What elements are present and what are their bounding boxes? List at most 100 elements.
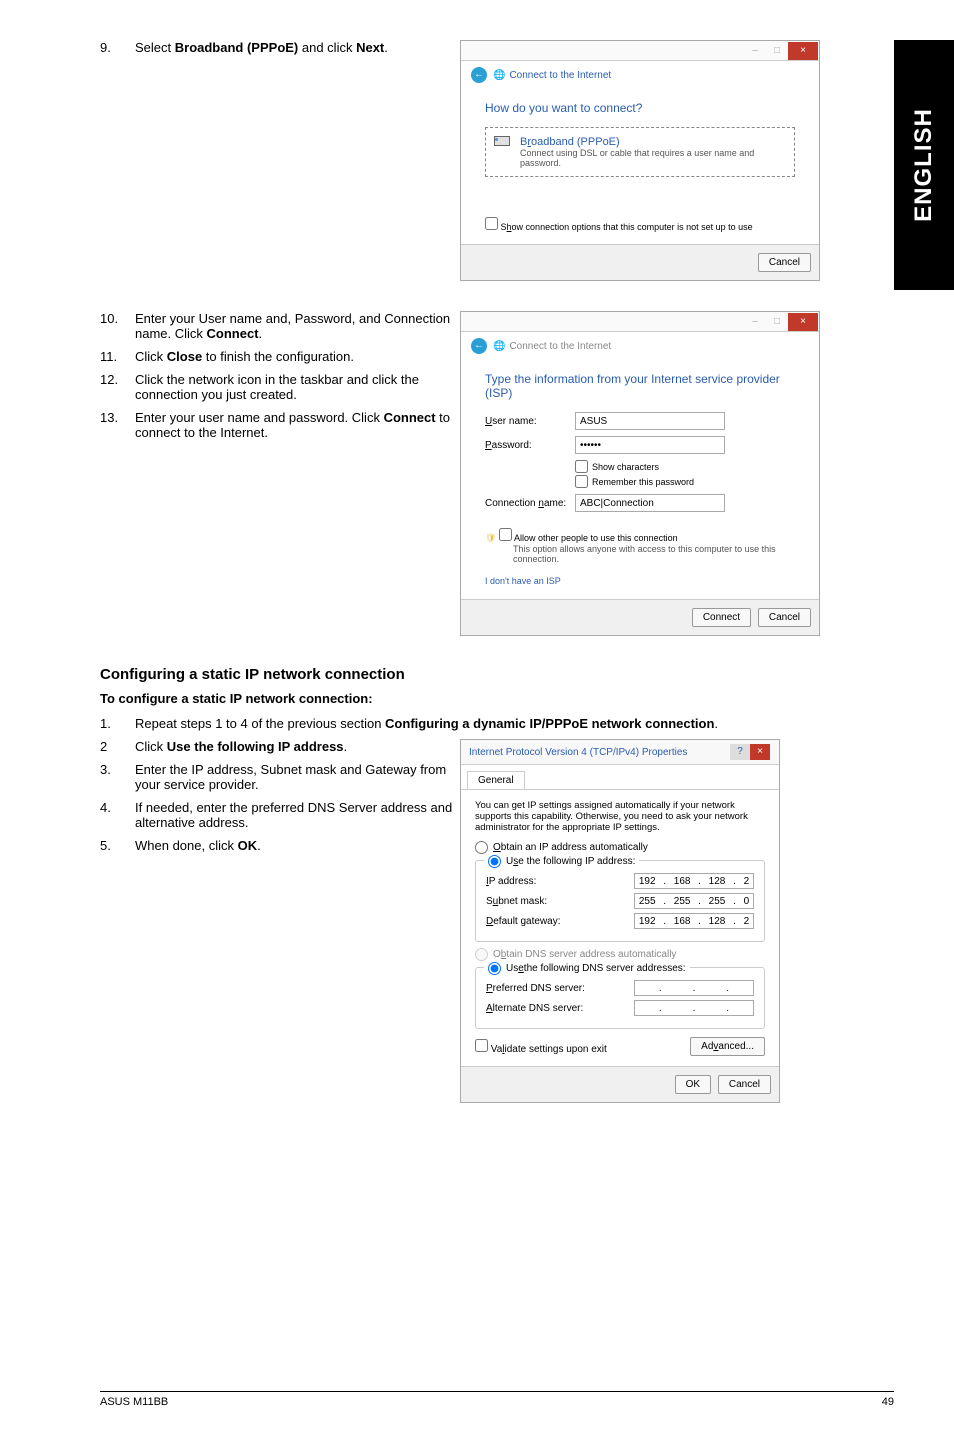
minimize-icon[interactable]: – (744, 313, 766, 331)
step-text: When done, click OK. (135, 838, 460, 853)
globe-icon: 🌐 (493, 70, 505, 81)
subnet-mask-input[interactable]: 255.255.255.0 (634, 893, 754, 909)
step-b2: 2 Click Use the following IP address. (100, 739, 460, 754)
validate-checkbox[interactable] (475, 1039, 488, 1052)
titlebar: – □ × (461, 41, 819, 61)
step-num-9: 9. (100, 40, 135, 55)
step-num: 5. (100, 838, 135, 853)
dialog-breadcrumb: ← 🌐 Connect to the Internet (461, 61, 819, 89)
show-options-check[interactable]: Show connection options that this comput… (485, 217, 795, 232)
step-num: 13. (100, 410, 135, 440)
shield-icon: 🛡 (485, 533, 496, 543)
radio-obtain-ip[interactable] (475, 841, 488, 854)
back-icon[interactable]: ← (471, 67, 487, 83)
step-13: 13. Enter your user name and password. C… (100, 410, 460, 440)
ipv4-properties-dialog: Internet Protocol Version 4 (TCP/IPv4) P… (460, 739, 780, 1103)
step-num: 4. (100, 800, 135, 830)
step-text: Repeat steps 1 to 4 of the previous sect… (135, 716, 894, 731)
step-b5: 5. When done, click OK. (100, 838, 460, 853)
close-icon[interactable]: × (750, 744, 770, 760)
section-heading: Configuring a static IP network connecti… (100, 666, 894, 683)
subnet-mask-label: Subnet mask: (486, 896, 547, 907)
remember-password-check[interactable]: Remember this password (575, 475, 795, 488)
allow-checkbox[interactable] (499, 528, 512, 541)
step-text: If needed, enter the preferred DNS Serve… (135, 800, 460, 830)
no-isp-link[interactable]: I don't have an ISP (485, 576, 561, 586)
step-text: Enter the IP address, Subnet mask and Ga… (135, 762, 460, 792)
validate-check[interactable]: Validate settings upon exit (475, 1039, 607, 1055)
use-dns-radio[interactable]: Use the following DNS server addresses: (484, 962, 690, 975)
footer-page-number: 49 (882, 1396, 894, 1408)
close-icon[interactable]: × (788, 42, 818, 60)
password-label: Password: (485, 440, 575, 451)
back-icon[interactable]: ← (471, 338, 487, 354)
radio-use-dns[interactable] (488, 962, 501, 975)
maximize-icon[interactable]: □ (766, 42, 788, 60)
section-subheading: To configure a static IP network connect… (100, 691, 894, 706)
preferred-dns-label: Preferred DNS server: (486, 983, 585, 994)
close-icon[interactable]: × (788, 313, 818, 331)
alternate-dns-label: Alternate DNS server: (486, 1003, 583, 1014)
option-subtitle: Connect using DSL or cable that requires… (520, 148, 786, 168)
show-options-checkbox[interactable] (485, 217, 498, 230)
props-desc: You can get IP settings assigned automat… (475, 800, 765, 833)
step-num: 3. (100, 762, 135, 792)
step-b3: 3. Enter the IP address, Subnet mask and… (100, 762, 460, 792)
maximize-icon[interactable]: □ (766, 313, 788, 331)
step-text: Enter your User name and, Password, and … (135, 311, 460, 341)
allow-others-check[interactable]: 🛡 Allow other people to use this connect… (485, 528, 795, 564)
footer-product: ASUS M11BB (100, 1396, 168, 1408)
cancel-button[interactable]: Cancel (758, 253, 811, 272)
allow-sub: This option allows anyone with access to… (513, 544, 795, 564)
step-11: 11. Click Close to finish the configurat… (100, 349, 460, 364)
step-text: Click Use the following IP address. (135, 739, 460, 754)
show-characters-check[interactable]: Show characters (575, 460, 795, 473)
connection-name-input[interactable] (575, 494, 725, 512)
cancel-button[interactable]: Cancel (758, 608, 811, 627)
step-9: 9. Select Broadband (PPPoE) and click Ne… (100, 40, 460, 281)
password-input[interactable] (575, 436, 725, 454)
titlebar: – □ × (461, 312, 819, 332)
step-text: Click the network icon in the taskbar an… (135, 372, 460, 402)
radio-obtain-dns (475, 948, 488, 961)
step-text: Click Close to finish the configuration. (135, 349, 460, 364)
dialog-heading: How do you want to connect? (485, 101, 795, 115)
username-input[interactable] (575, 412, 725, 430)
minimize-icon[interactable]: – (744, 42, 766, 60)
use-ip-radio[interactable]: Use the following IP address: (484, 855, 639, 868)
modem-icon (494, 136, 512, 150)
crumb-label: Connect to the Internet (509, 70, 611, 81)
globe-icon: 🌐 (493, 341, 505, 352)
radio-use-ip[interactable] (488, 855, 501, 868)
remember-checkbox[interactable] (575, 475, 588, 488)
ip-address-label: IP address: (486, 876, 536, 887)
show-chars-checkbox[interactable] (575, 460, 588, 473)
help-icon[interactable]: ? (730, 744, 750, 760)
ip-address-input[interactable]: 192.168.128.2 (634, 873, 754, 889)
dialog-heading: Type the information from your Internet … (485, 372, 795, 400)
option-title: Broadband (PPPoE) (520, 136, 786, 148)
props-title: Internet Protocol Version 4 (TCP/IPv4) P… (469, 747, 687, 758)
step-12: 12. Click the network icon in the taskba… (100, 372, 460, 402)
advanced-button[interactable]: Advanced... (690, 1037, 765, 1056)
step-text: Enter your user name and password. Click… (135, 410, 460, 440)
connect-button[interactable]: Connect (692, 608, 751, 627)
default-gateway-label: Default gateway: (486, 916, 561, 927)
step-num: 1. (100, 716, 135, 731)
step-10: 10. Enter your User name and, Password, … (100, 311, 460, 341)
alternate-dns-input[interactable]: . . . (634, 1000, 754, 1016)
preferred-dns-input[interactable]: . . . (634, 980, 754, 996)
obtain-ip-radio[interactable]: Obtain an IP address automatically (475, 841, 765, 854)
step-num: 10. (100, 311, 135, 341)
general-tab[interactable]: General (467, 771, 525, 789)
connection-name-label: Connection name: (485, 498, 575, 509)
step-text-9: Select Broadband (PPPoE) and click Next. (135, 40, 460, 55)
cancel-button[interactable]: Cancel (718, 1075, 771, 1094)
ok-button[interactable]: OK (675, 1075, 711, 1094)
step-num: 11. (100, 349, 135, 364)
step-b4: 4. If needed, enter the preferred DNS Se… (100, 800, 460, 830)
obtain-dns-radio: Obtain DNS server address automatically (475, 948, 765, 961)
default-gateway-input[interactable]: 192.168.128.2 (634, 913, 754, 929)
step-num: 12. (100, 372, 135, 402)
broadband-option[interactable]: Broadband (PPPoE) Connect using DSL or c… (485, 127, 795, 177)
